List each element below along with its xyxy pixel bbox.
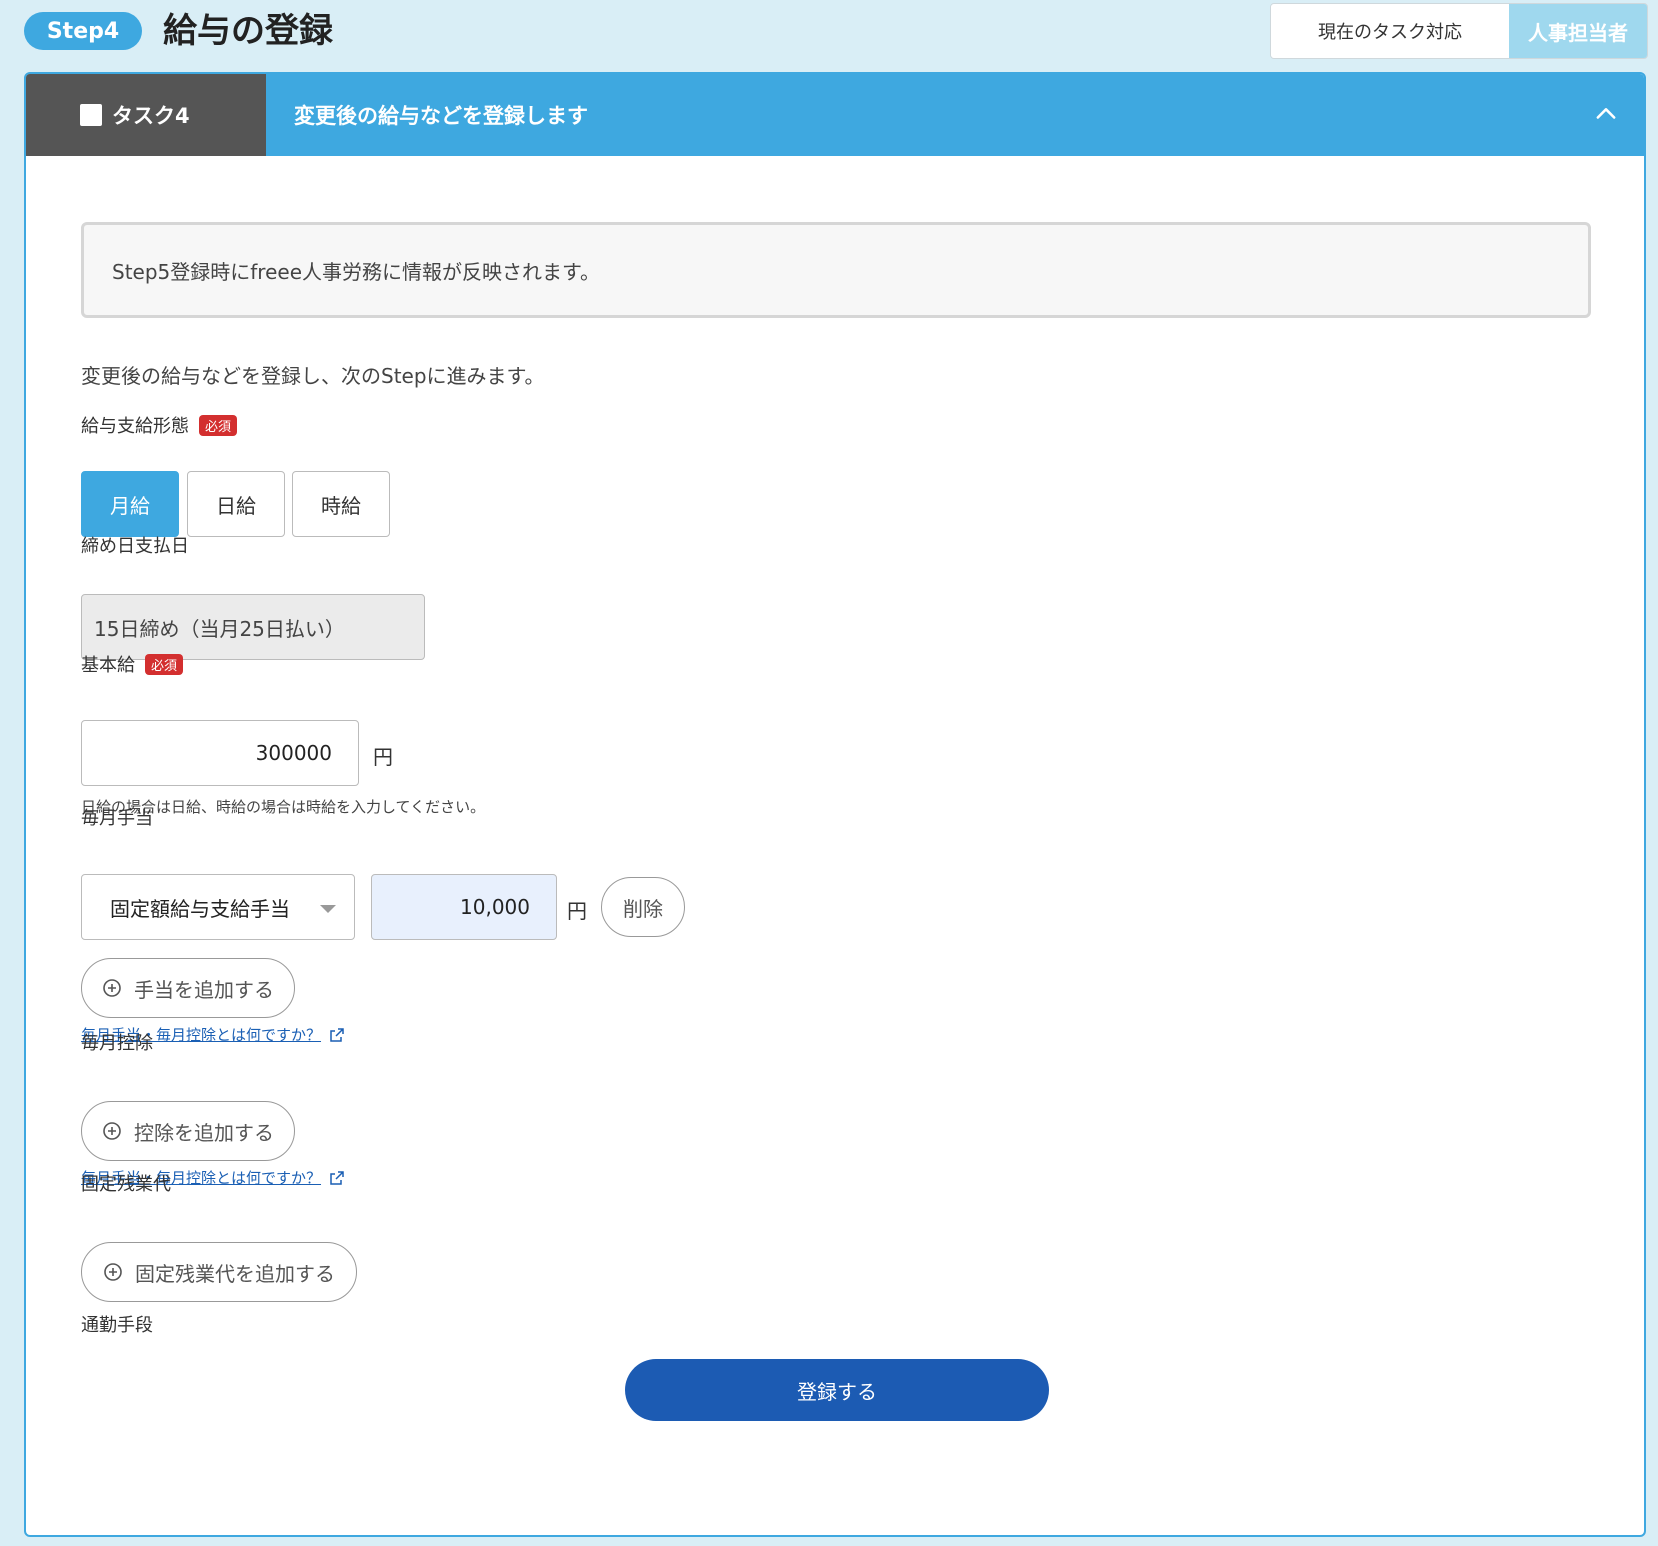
- base-salary-unit: 円: [373, 745, 393, 769]
- info-notice: Step5登録時にfreee人事労務に情報が反映されます。: [81, 222, 1591, 318]
- task-title: 変更後の給与などを登録します: [294, 104, 588, 128]
- hr-role-toggle[interactable]: 人事担当者: [1509, 4, 1647, 58]
- plus-circle-icon: [104, 1263, 122, 1281]
- allowance-amount-input[interactable]: [371, 874, 557, 940]
- pay-type-monthly-button[interactable]: 月給: [81, 471, 179, 537]
- monthly-deduction-label: 毎月控除: [81, 1033, 153, 1054]
- pay-type-hourly-button[interactable]: 時給: [292, 471, 390, 537]
- plus-circle-icon: [103, 979, 121, 997]
- required-badge: 必須: [145, 653, 184, 675]
- page-title: 給与の登録: [163, 11, 333, 51]
- pay-type-label-text: 給与支給形態: [81, 416, 189, 437]
- allowance-type-select[interactable]: 固定額給与支給手当: [81, 874, 355, 940]
- task-label: タスク4: [26, 74, 266, 156]
- current-task-toggle[interactable]: 現在のタスク対応: [1271, 4, 1509, 58]
- role-toggle: 現在のタスク対応 人事担当者: [1270, 3, 1648, 59]
- chevron-down-icon: [320, 905, 336, 913]
- step-badge: Step4: [24, 12, 142, 50]
- add-fixed-overtime-label: 固定残業代を追加する: [135, 1261, 335, 1286]
- plus-circle-icon: [103, 1122, 121, 1140]
- allowance-unit: 円: [567, 899, 587, 923]
- base-salary-label-text: 基本給: [81, 655, 135, 676]
- base-salary-input[interactable]: [81, 720, 359, 786]
- add-allowance-label: 手当を追加する: [134, 977, 274, 1002]
- task-card-header[interactable]: タスク4 変更後の給与などを登録します: [26, 74, 1644, 156]
- pay-type-label: 給与支給形態 必須: [81, 412, 238, 438]
- closing-date-label: 締め日支払日: [81, 536, 189, 557]
- commute-label: 通勤手段: [81, 1315, 153, 1336]
- monthly-allowance-label: 毎月手当: [81, 808, 153, 829]
- intro-text: 変更後の給与などを登録し、次のStepに進みます。: [81, 364, 545, 388]
- required-badge: 必須: [199, 414, 238, 436]
- external-link-icon: [330, 1027, 344, 1042]
- chevron-up-icon[interactable]: [1592, 100, 1620, 128]
- allowance-type-value: 固定額給与支給手当: [110, 896, 290, 921]
- add-deduction-label: 控除を追加する: [134, 1120, 274, 1145]
- delete-allowance-button[interactable]: 削除: [601, 877, 685, 937]
- task-label-text: タスク4: [112, 104, 190, 128]
- task-card: タスク4 変更後の給与などを登録します Step5登録時にfreee人事労務に情…: [24, 72, 1646, 1537]
- task-checkbox-icon: [80, 104, 102, 126]
- register-button[interactable]: 登録する: [625, 1359, 1049, 1421]
- base-salary-label: 基本給 必須: [81, 651, 184, 677]
- pay-type-daily-button[interactable]: 日給: [187, 471, 285, 537]
- add-deduction-button[interactable]: 控除を追加する: [81, 1101, 295, 1161]
- external-link-icon: [330, 1170, 344, 1185]
- add-allowance-button[interactable]: 手当を追加する: [81, 958, 295, 1018]
- fixed-overtime-label: 固定残業代: [81, 1174, 171, 1195]
- add-fixed-overtime-button[interactable]: 固定残業代を追加する: [81, 1242, 357, 1302]
